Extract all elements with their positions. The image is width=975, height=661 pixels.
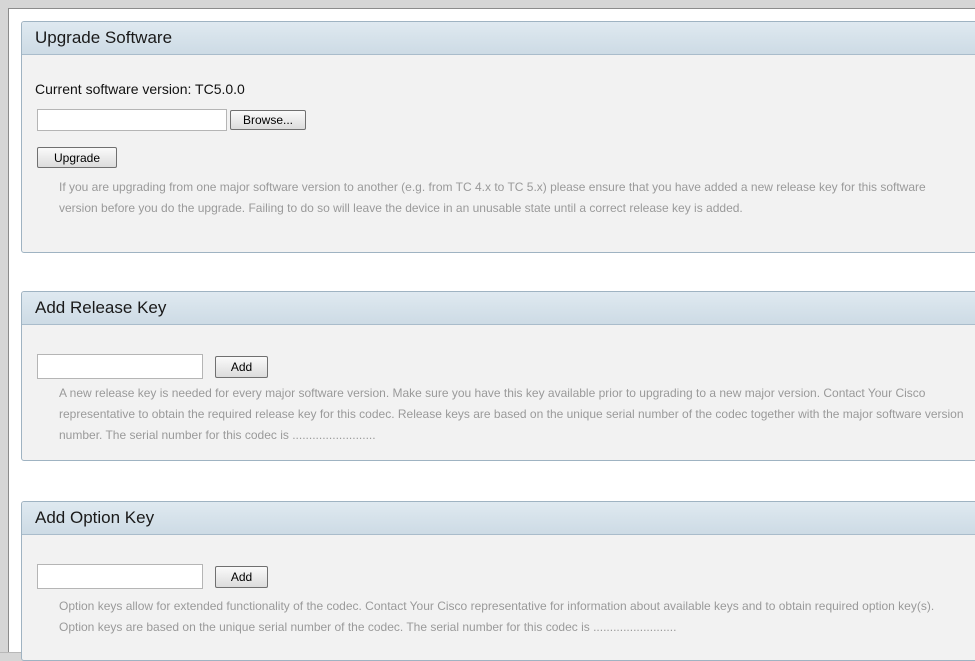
option-key-panel: Add Option Key Add Option keys allow for… (21, 501, 975, 661)
browse-button[interactable]: Browse... (230, 110, 306, 130)
option-key-input[interactable] (37, 564, 203, 589)
upgrade-button[interactable]: Upgrade (37, 147, 117, 168)
upgrade-help-text: If you are upgrading from one major soft… (59, 180, 926, 215)
upgrade-software-title: Upgrade Software (22, 22, 975, 55)
option-key-help-text: Option keys allow for extended functiona… (59, 599, 935, 634)
release-key-help-text: A new release key is needed for every ma… (59, 386, 964, 442)
release-key-title: Add Release Key (22, 292, 975, 325)
add-option-key-button[interactable]: Add (215, 566, 268, 588)
upgrade-software-panel: Upgrade Software Current software versio… (21, 21, 975, 253)
option-key-title: Add Option Key (22, 502, 975, 535)
current-version-label: Current software version: TC5.0.0 (35, 81, 245, 97)
add-release-key-button[interactable]: Add (215, 356, 268, 378)
release-key-panel: Add Release Key Add A new release key is… (21, 291, 975, 461)
upgrade-file-input[interactable] (37, 109, 227, 131)
release-key-input[interactable] (37, 354, 203, 379)
